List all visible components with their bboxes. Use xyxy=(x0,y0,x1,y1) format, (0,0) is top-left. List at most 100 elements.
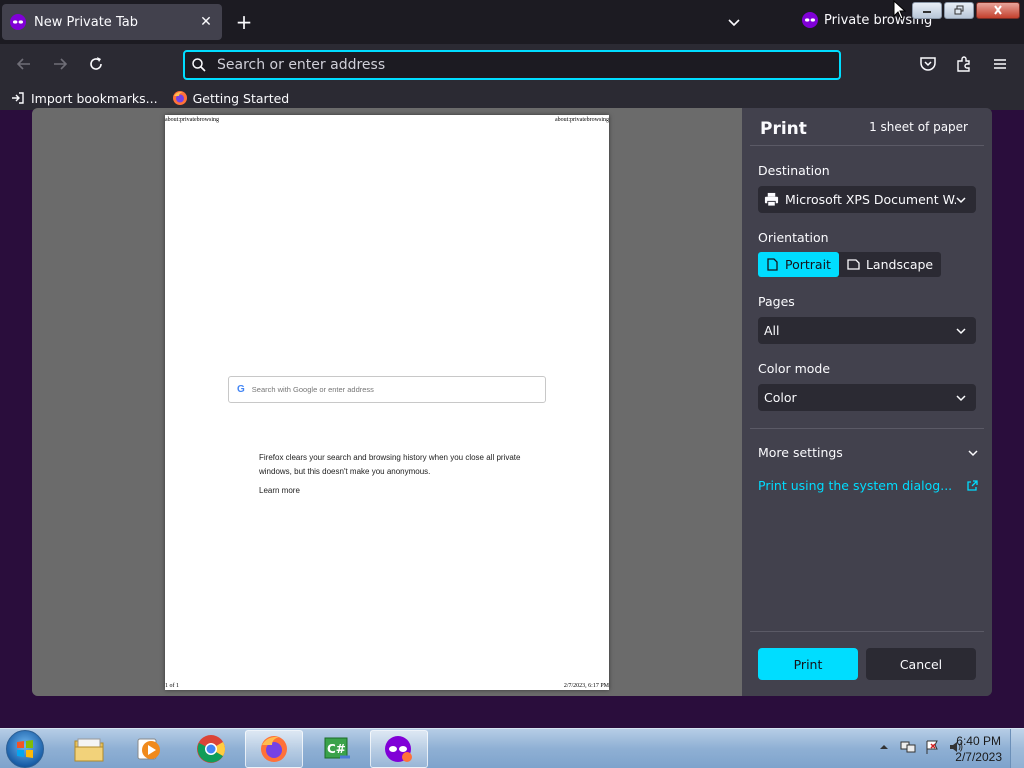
taskbar-firefox[interactable] xyxy=(245,730,303,768)
system-dialog-label: Print using the system dialog... xyxy=(758,478,953,493)
external-link-icon xyxy=(967,479,978,491)
reload-icon[interactable] xyxy=(86,54,106,74)
pages-label: Pages xyxy=(758,294,795,309)
back-arrow-icon[interactable] xyxy=(14,54,34,74)
orientation-label: Orientation xyxy=(758,230,829,245)
divider xyxy=(750,428,984,429)
orientation-toggle: Portrait Landscape xyxy=(758,252,942,277)
url-input[interactable] xyxy=(217,57,839,73)
taskbar-csharp-app[interactable]: C# xyxy=(308,730,366,768)
csharp-icon: C# xyxy=(324,737,350,759)
taskbar-chrome[interactable] xyxy=(182,730,240,768)
menu-hamburger-icon[interactable] xyxy=(991,55,1009,73)
clock-time: 6:40 PM xyxy=(956,734,1001,748)
portrait-button[interactable]: Portrait xyxy=(758,252,839,277)
preview-message: Firefox clears your search and browsing … xyxy=(259,453,521,476)
start-button[interactable] xyxy=(6,730,44,768)
chrome-icon xyxy=(197,735,225,763)
svg-text:C#: C# xyxy=(327,742,346,756)
firefox-icon xyxy=(172,91,187,105)
preview-page: about:privatebrowsing about:privatebrows… xyxy=(165,115,609,690)
bookmark-getting-started[interactable]: Getting Started xyxy=(172,90,290,106)
print-title: Print xyxy=(760,119,807,139)
close-icon xyxy=(994,5,1002,15)
chevron-down-icon xyxy=(968,449,978,456)
system-tray xyxy=(876,739,964,755)
show-hidden-icons-icon[interactable] xyxy=(876,739,892,755)
google-icon: G xyxy=(237,384,245,395)
color-mode-label: Color mode xyxy=(758,361,831,376)
destination-select[interactable]: Microsoft XPS Document W... xyxy=(758,186,976,213)
print-button[interactable]: Print xyxy=(758,648,858,680)
network-icon[interactable] xyxy=(900,739,916,755)
chevron-down-icon xyxy=(956,196,966,203)
forward-arrow-icon[interactable] xyxy=(50,54,70,74)
clock-date: 2/7/2023 xyxy=(955,750,1002,764)
windows-logo-icon xyxy=(17,740,33,758)
minimize-button[interactable] xyxy=(912,2,942,19)
private-mask-icon xyxy=(802,12,818,28)
page-footer-right: 2/7/2023, 6:17 PM xyxy=(563,683,609,689)
taskbar-media-player[interactable] xyxy=(120,730,178,768)
restore-icon xyxy=(954,5,964,15)
restore-button[interactable] xyxy=(944,2,974,19)
landscape-page-icon xyxy=(847,259,860,270)
destination-value: Microsoft XPS Document W... xyxy=(785,192,956,207)
minimize-icon xyxy=(923,11,931,13)
folder-icon xyxy=(74,738,104,762)
printer-icon xyxy=(764,192,779,207)
bookmark-label: Import bookmarks... xyxy=(31,90,158,106)
print-preview: about:privatebrowsing about:privatebrows… xyxy=(32,108,742,696)
list-all-tabs-icon[interactable] xyxy=(726,14,742,30)
window-controls xyxy=(912,2,1020,19)
system-dialog-link[interactable]: Print using the system dialog... xyxy=(758,478,978,493)
close-window-button[interactable] xyxy=(976,2,1020,19)
mouse-cursor-icon xyxy=(893,0,907,20)
pages-value: All xyxy=(764,323,780,338)
divider xyxy=(750,631,984,632)
print-settings-panel: Print 1 sheet of paper Destination Micro… xyxy=(742,108,992,696)
media-player-icon xyxy=(137,738,160,760)
private-mask-icon xyxy=(385,736,412,762)
page-header-right: about:privatebrowsing xyxy=(555,117,609,123)
landscape-button[interactable]: Landscape xyxy=(839,252,941,277)
tab-strip: New Private Tab ✕ + Private browsing xyxy=(0,0,1024,44)
landscape-label: Landscape xyxy=(865,257,934,272)
color-mode-value: Color xyxy=(764,390,797,405)
chevron-down-icon xyxy=(956,327,966,334)
show-desktop-button[interactable] xyxy=(1010,729,1024,768)
navigation-toolbar xyxy=(0,44,1024,86)
pocket-icon[interactable] xyxy=(919,55,937,73)
tab-new-private-tab[interactable]: New Private Tab ✕ xyxy=(2,4,222,40)
search-icon xyxy=(192,58,206,72)
taskbar-clock[interactable]: 6:40 PM 2/7/2023 xyxy=(955,733,1002,765)
taskbar-file-explorer[interactable] xyxy=(60,730,118,768)
print-dialog: about:privatebrowsing about:privatebrows… xyxy=(32,108,992,696)
portrait-page-icon xyxy=(767,258,778,271)
more-settings-label: More settings xyxy=(758,445,843,460)
extensions-icon[interactable] xyxy=(955,55,973,73)
portrait-label: Portrait xyxy=(785,257,831,272)
bookmark-import[interactable]: Import bookmarks... xyxy=(10,90,158,106)
bookmarks-toolbar: Import bookmarks... Getting Started xyxy=(0,86,1024,110)
pages-select[interactable]: All xyxy=(758,317,976,344)
preview-search-placeholder: Search with Google or enter address xyxy=(251,385,374,394)
taskbar-firefox-private[interactable] xyxy=(370,730,428,768)
url-bar[interactable] xyxy=(183,50,841,80)
firefox-icon xyxy=(261,736,287,762)
cancel-button[interactable]: Cancel xyxy=(866,648,976,680)
new-tab-button[interactable]: + xyxy=(234,12,254,32)
destination-label: Destination xyxy=(758,163,830,178)
divider xyxy=(750,145,984,146)
windows-taskbar: C# 6:40 PM 2/7/2023 xyxy=(0,728,1024,768)
chevron-down-icon xyxy=(956,394,966,401)
action-center-flag-icon[interactable] xyxy=(924,739,940,755)
page-header-left: about:privatebrowsing xyxy=(165,117,219,123)
page-footer-left: 1 of 1 xyxy=(165,683,179,689)
preview-search-box: G Search with Google or enter address xyxy=(228,376,546,403)
color-mode-select[interactable]: Color xyxy=(758,384,976,411)
sheet-count: 1 sheet of paper xyxy=(869,120,968,134)
bookmark-label: Getting Started xyxy=(192,90,290,106)
more-settings-toggle[interactable]: More settings xyxy=(758,445,978,460)
tab-close-icon[interactable]: ✕ xyxy=(198,14,214,30)
